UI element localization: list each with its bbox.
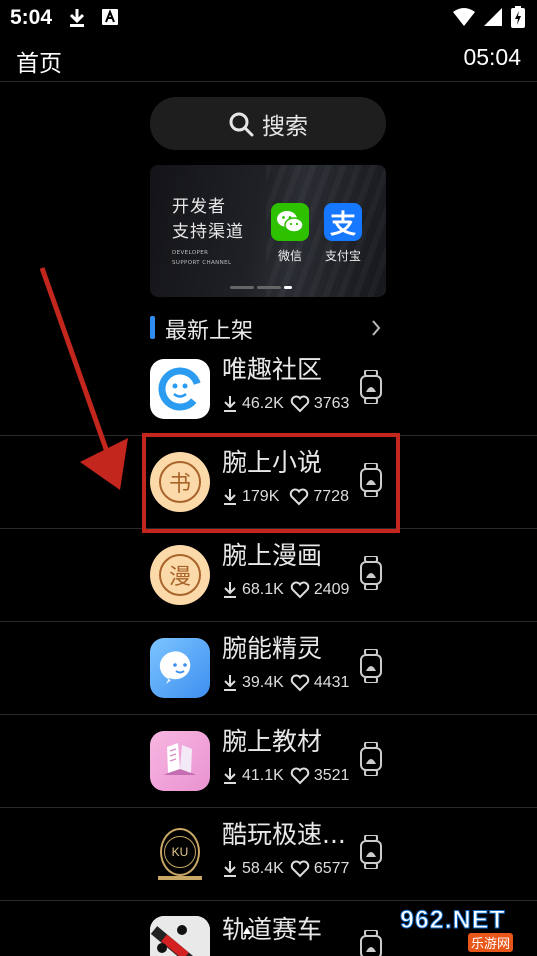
app-list-item[interactable]: 漫 腕上漫画 68.1K 2409 — [0, 530, 537, 622]
comic-glyph: 漫 — [159, 554, 201, 596]
search-label: 搜索 — [262, 113, 308, 140]
heart-icon — [290, 395, 310, 413]
watch-device-icon — [360, 930, 382, 956]
like-count: 3763 — [313, 395, 350, 412]
pagination-dot — [230, 286, 254, 289]
chevron-right-icon[interactable] — [370, 318, 382, 338]
wechat-support-option[interactable]: 微信 — [271, 203, 309, 264]
red-arrow-icon — [39, 267, 128, 490]
track-racing-icon — [150, 916, 210, 956]
wrist-sprite-icon — [150, 638, 210, 698]
watermark-text: 962.NET — [400, 906, 506, 935]
home-indicator-icon — [243, 927, 251, 934]
like-count: 6577 — [313, 860, 350, 877]
watermark-logo: 962.NET 乐游网 — [396, 904, 534, 954]
app-stats: 58.4K 6577 — [222, 860, 349, 878]
download-count: 58.4K — [242, 860, 284, 877]
app-name: 轨道赛车 — [222, 915, 323, 944]
app-name: 唯趣社区 — [222, 355, 323, 384]
pagination-dot — [257, 286, 281, 289]
signal-icon — [484, 8, 502, 26]
app-name: 酷玩极速... — [222, 820, 346, 849]
app-name: 腕能精灵 — [222, 634, 323, 663]
watch-device-icon — [360, 742, 382, 776]
alipay-glyph: 支 — [329, 209, 356, 240]
heart-icon — [290, 674, 310, 692]
download-icon — [224, 675, 236, 691]
download-count: 39.4K — [242, 674, 284, 691]
heart-icon — [290, 581, 310, 599]
pagination-dot-active — [284, 286, 292, 289]
banner-pagination — [230, 286, 292, 289]
watch-device-icon — [360, 556, 382, 590]
wechat-icon — [271, 203, 309, 241]
app-stats: 68.1K 2409 — [222, 581, 349, 599]
app-name: 腕上教材 — [222, 727, 323, 756]
watermark-subtext: 乐游网 — [468, 933, 514, 952]
download-icon — [224, 582, 236, 598]
app-stats: 39.4K 4431 — [222, 674, 349, 692]
wrist-textbook-icon — [150, 731, 210, 791]
search-icon — [229, 112, 254, 136]
download-icon — [224, 861, 236, 877]
app-name: 腕上漫画 — [222, 541, 323, 570]
wechat-label: 微信 — [277, 249, 302, 263]
download-icon — [224, 396, 236, 412]
alipay-icon: 支 — [324, 203, 362, 241]
app-list-item[interactable]: 腕能精灵 39.4K 4431 — [0, 623, 537, 715]
header-clock: 05:04 — [463, 44, 521, 70]
watch-device-icon — [360, 649, 382, 683]
download-count: 68.1K — [242, 581, 284, 598]
wrist-comic-icon: 漫 — [150, 545, 210, 605]
wifi-icon — [453, 8, 475, 26]
app-list-item[interactable]: KU 酷玩极速... 58.4K 6577 — [0, 809, 537, 901]
battery-charging-icon — [511, 6, 525, 28]
heart-icon — [290, 860, 310, 878]
watch-device-icon — [360, 835, 382, 869]
download-count: 41.1K — [242, 767, 284, 784]
kuwan-speed-icon: KU — [150, 824, 210, 884]
kuwan-glyph: KU — [164, 836, 196, 868]
app-list-item[interactable]: 腕上教材 41.1K 3521 — [0, 716, 537, 808]
like-count: 4431 — [313, 674, 350, 691]
alipay-support-option[interactable]: 支 支付宝 — [324, 203, 362, 264]
download-icon — [224, 768, 236, 784]
download-count: 46.2K — [242, 395, 284, 412]
app-stats: 46.2K 3763 — [222, 395, 349, 413]
alipay-label: 支付宝 — [324, 249, 361, 263]
watch-device-icon — [360, 370, 382, 404]
like-count: 3521 — [313, 767, 350, 784]
heart-icon — [290, 767, 310, 785]
app-stats: 41.1K 3521 — [222, 767, 349, 785]
like-count: 2409 — [313, 581, 350, 598]
